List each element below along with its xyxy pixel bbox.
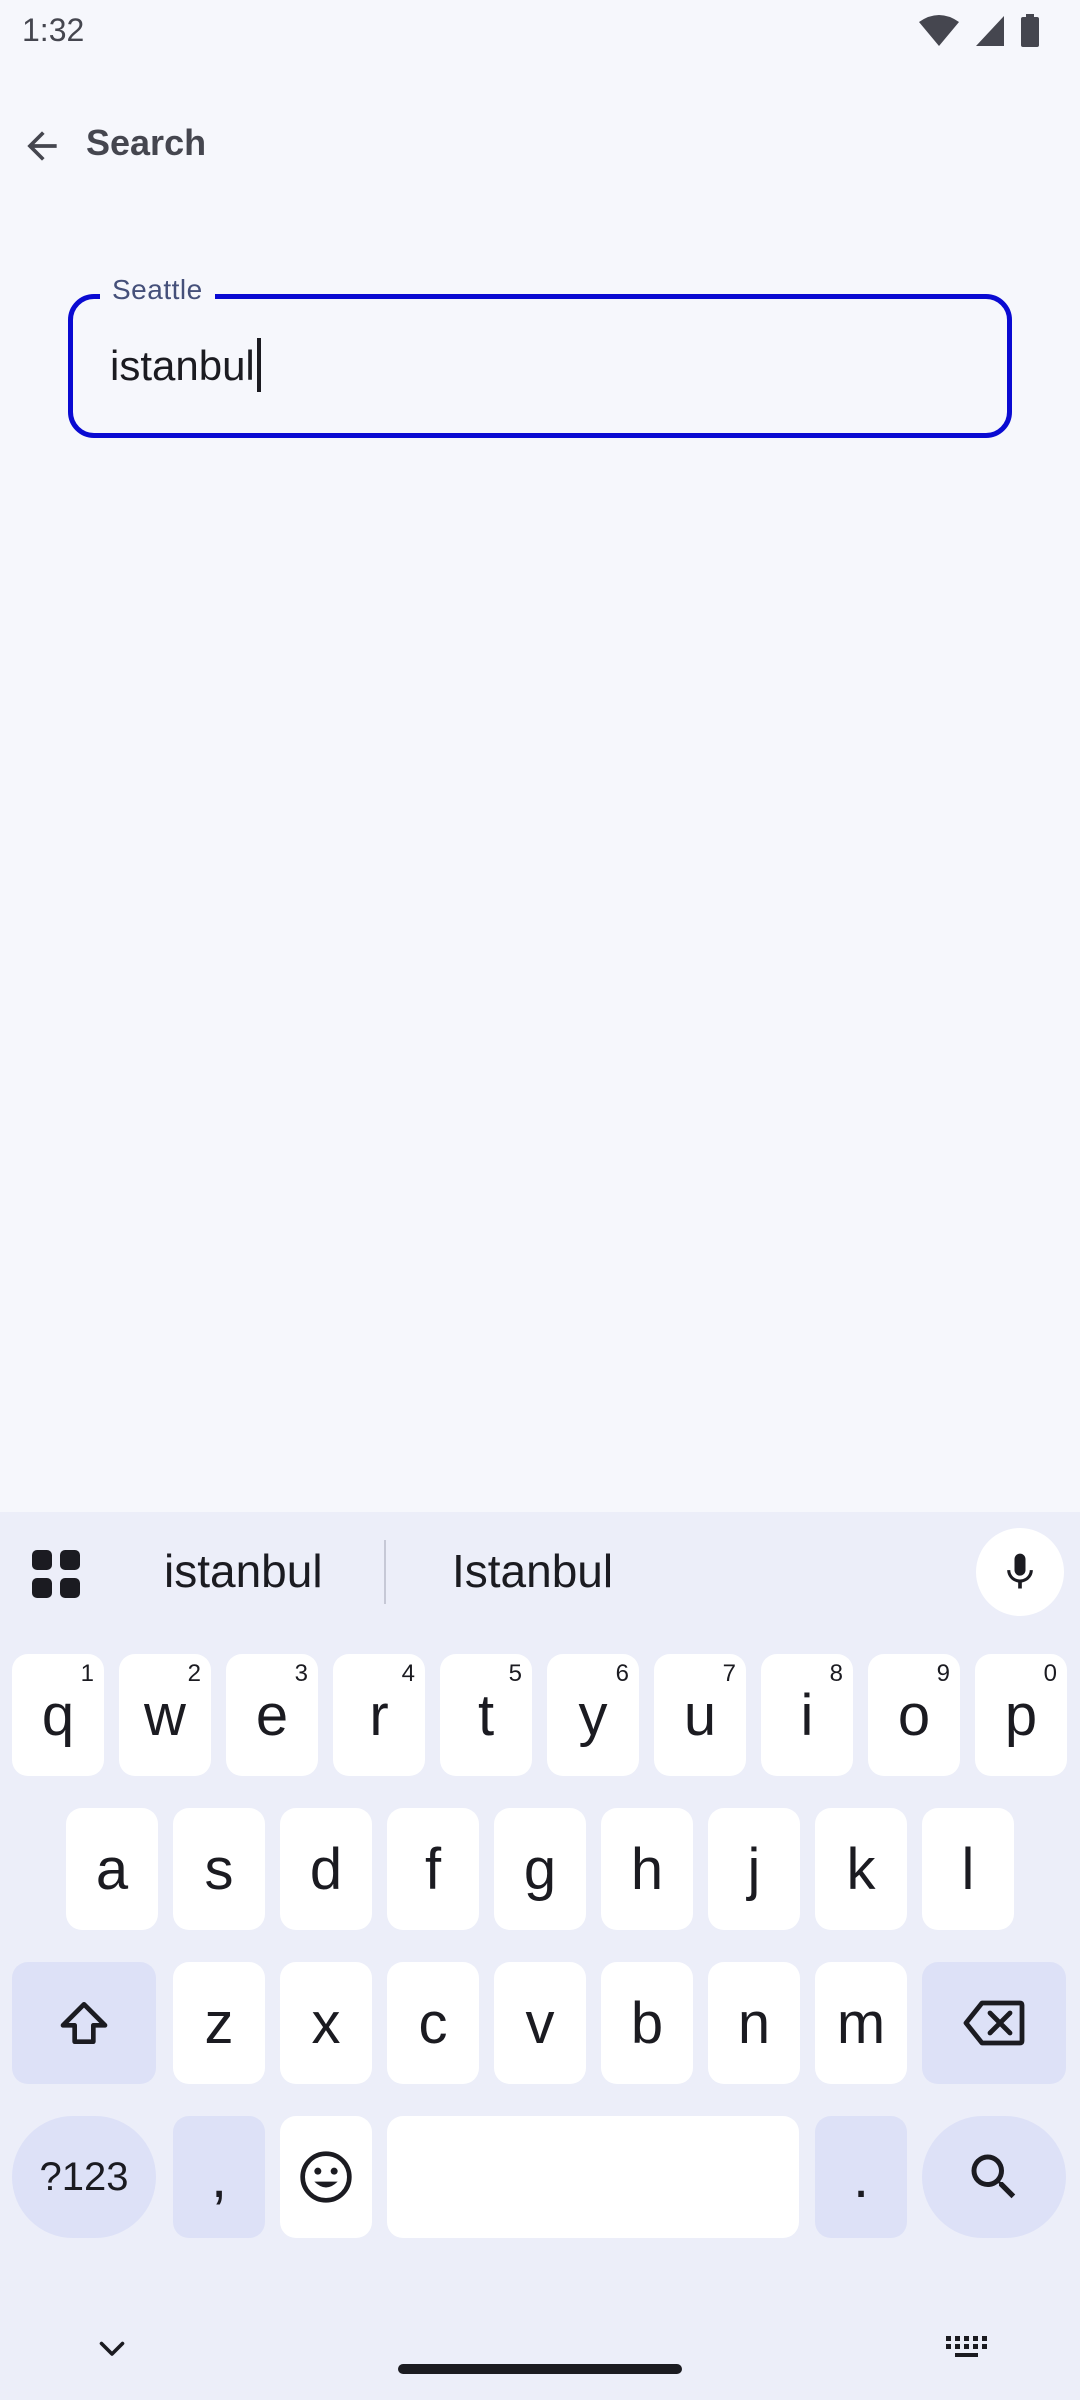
key-f[interactable]: f bbox=[387, 1808, 479, 1930]
soft-keyboard: istanbul Istanbul q1 w2 e3 r4 t5 y6 u7 i… bbox=[0, 1512, 1080, 2400]
key-e[interactable]: e3 bbox=[226, 1654, 318, 1776]
key-hint: 5 bbox=[508, 1660, 522, 1687]
emoji-icon bbox=[300, 2151, 352, 2203]
key-label: p bbox=[1004, 1682, 1038, 1748]
key-label: r bbox=[369, 1682, 389, 1748]
key-hint: 8 bbox=[829, 1660, 843, 1687]
back-button[interactable] bbox=[12, 116, 72, 176]
status-icons bbox=[918, 14, 1040, 48]
key-s[interactable]: s bbox=[173, 1808, 265, 1930]
search-icon bbox=[971, 2154, 1016, 2199]
key-n[interactable]: n bbox=[708, 1962, 800, 2084]
text-cursor bbox=[256, 338, 261, 392]
status-bar: 1:32 bbox=[0, 0, 1080, 64]
suggestion-bar: istanbul Istanbul bbox=[0, 1512, 1080, 1632]
key-label: q bbox=[41, 1682, 75, 1748]
key-hint: 9 bbox=[936, 1660, 950, 1687]
cellular-signal-icon bbox=[976, 16, 1004, 46]
arrow-back-icon bbox=[27, 131, 57, 161]
key-x[interactable]: x bbox=[280, 1962, 372, 2084]
key-m[interactable]: m bbox=[815, 1962, 907, 2084]
key-q[interactable]: q1 bbox=[12, 1654, 104, 1776]
key-c[interactable]: c bbox=[387, 1962, 479, 2084]
key-l[interactable]: l bbox=[922, 1808, 1014, 1930]
home-gesture-handle[interactable] bbox=[398, 2364, 682, 2374]
space-key[interactable] bbox=[387, 2116, 799, 2238]
key-hint: 0 bbox=[1043, 1660, 1057, 1687]
suggestion-divider bbox=[384, 1540, 386, 1604]
key-j[interactable]: j bbox=[708, 1808, 800, 1930]
key-a[interactable]: a bbox=[66, 1808, 158, 1930]
suggestion-2[interactable]: Istanbul bbox=[452, 1544, 613, 1598]
microphone-icon bbox=[1007, 1553, 1033, 1589]
key-t[interactable]: t5 bbox=[440, 1654, 532, 1776]
period-key[interactable]: . bbox=[815, 2116, 907, 2238]
shift-icon bbox=[60, 2002, 108, 2044]
search-input-text: istanbul bbox=[110, 342, 255, 389]
key-hint: 4 bbox=[401, 1660, 415, 1687]
key-v[interactable]: v bbox=[494, 1962, 586, 2084]
symbols-key[interactable]: ?123 bbox=[12, 2116, 156, 2238]
backspace-key[interactable] bbox=[922, 1962, 1066, 2084]
key-label: w bbox=[144, 1682, 186, 1748]
shift-key[interactable] bbox=[12, 1962, 156, 2084]
key-y[interactable]: y6 bbox=[547, 1654, 639, 1776]
key-hint: 6 bbox=[615, 1660, 629, 1687]
key-hint: 1 bbox=[80, 1660, 94, 1687]
wifi-icon bbox=[919, 15, 959, 46]
top-app-bar: Search bbox=[0, 96, 1080, 196]
comma-key[interactable]: , bbox=[173, 2116, 265, 2238]
key-h[interactable]: h bbox=[601, 1808, 693, 1930]
key-w[interactable]: w2 bbox=[119, 1654, 211, 1776]
search-input-label: Seattle bbox=[100, 274, 215, 306]
key-i[interactable]: i8 bbox=[761, 1654, 853, 1776]
key-d[interactable]: d bbox=[280, 1808, 372, 1930]
status-time: 1:32 bbox=[22, 12, 85, 48]
key-label: e bbox=[255, 1682, 289, 1748]
key-hint: 7 bbox=[722, 1660, 736, 1687]
key-label: t bbox=[477, 1682, 495, 1748]
backspace-icon bbox=[963, 2000, 1025, 2046]
key-r[interactable]: r4 bbox=[333, 1654, 425, 1776]
page-title: Search bbox=[86, 122, 207, 163]
key-label: u bbox=[683, 1682, 717, 1748]
battery-icon bbox=[1021, 14, 1039, 47]
key-label: i bbox=[800, 1682, 814, 1748]
keyboard-apps-icon[interactable] bbox=[28, 1546, 84, 1602]
key-label: o bbox=[897, 1682, 931, 1748]
navigation-bar bbox=[0, 2280, 1080, 2400]
search-key[interactable] bbox=[922, 2116, 1066, 2238]
search-input-value[interactable]: istanbul bbox=[110, 338, 261, 392]
key-k[interactable]: k bbox=[815, 1808, 907, 1930]
key-b[interactable]: b bbox=[601, 1962, 693, 2084]
key-label: y bbox=[578, 1682, 608, 1748]
key-hint: 2 bbox=[187, 1660, 201, 1687]
hide-keyboard-icon[interactable] bbox=[94, 2330, 130, 2366]
emoji-key[interactable] bbox=[280, 2116, 372, 2238]
suggestion-1[interactable]: istanbul bbox=[164, 1544, 323, 1598]
key-z[interactable]: z bbox=[173, 1962, 265, 2084]
key-p[interactable]: p0 bbox=[975, 1654, 1067, 1776]
key-g[interactable]: g bbox=[494, 1808, 586, 1930]
key-hint: 3 bbox=[294, 1660, 308, 1687]
key-u[interactable]: u7 bbox=[654, 1654, 746, 1776]
voice-input-button[interactable] bbox=[976, 1528, 1064, 1616]
key-o[interactable]: o9 bbox=[868, 1654, 960, 1776]
keyboard-switch-icon[interactable] bbox=[944, 2330, 990, 2362]
